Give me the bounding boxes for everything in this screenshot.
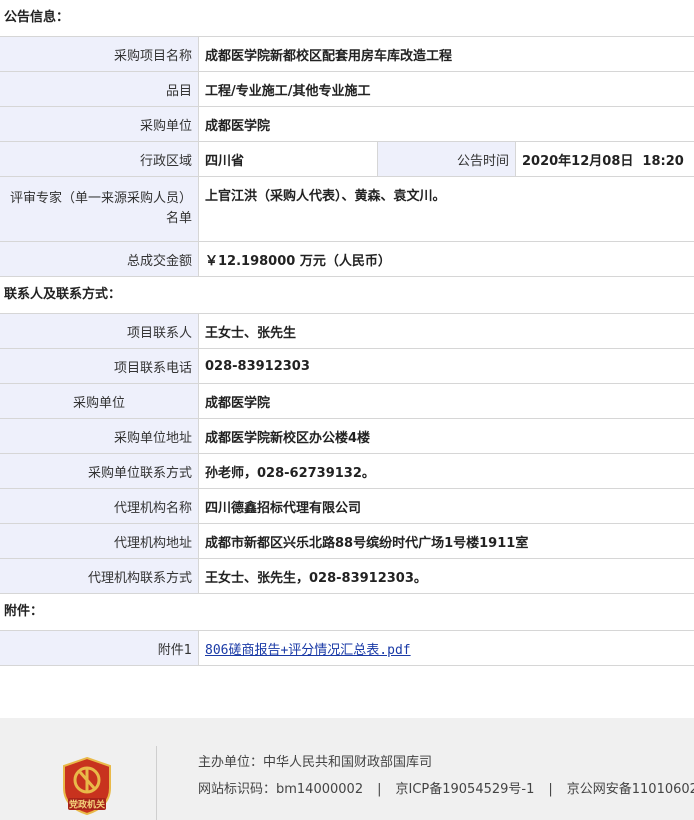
site-id-text: 网站标识码：bm14000002 bbox=[198, 782, 364, 797]
table-row: 项目联系电话 028-83912303 bbox=[0, 348, 694, 384]
table-row: 采购单位联系方式 孙老师，028-62739132。 bbox=[0, 453, 694, 489]
contact-purchaser-value: 成都医学院 bbox=[198, 383, 694, 419]
contact-purchaser-label: 采购单位 bbox=[0, 383, 199, 419]
project-name-value: 成都医学院新都校区配套用房车库改造工程 bbox=[198, 36, 694, 72]
emblem-text: 党政机关 bbox=[69, 799, 105, 811]
agency-name-label: 代理机构名称 bbox=[0, 488, 199, 524]
contacts-section-title: 联系人及联系方式： bbox=[4, 287, 122, 302]
publish-time-label: 公告时间 bbox=[377, 141, 516, 177]
table-row: 附件1 806磋商报告+评分情况汇总表.pdf bbox=[0, 630, 694, 666]
footer-separator: | bbox=[548, 782, 553, 797]
purchaser-value: 成都医学院 bbox=[198, 106, 694, 142]
experts-label: 评审专家（单一来源采购人员）名单 bbox=[0, 176, 199, 242]
table-row: 采购单位地址 成都医学院新校区办公楼4楼 bbox=[0, 418, 694, 454]
amount-label: 总成交金额 bbox=[0, 241, 199, 277]
agency-address-value: 成都市新都区兴乐北路88号缤纷时代广场1号楼1911室 bbox=[198, 523, 694, 559]
attachments-table: 附件1 806磋商报告+评分情况汇总表.pdf bbox=[0, 630, 694, 666]
agency-contact-value: 王女士、张先生，028-83912303。 bbox=[198, 558, 694, 594]
footer: 党政机关 主办单位：中华人民共和国财政部国库司 网站标识码：bm14000002… bbox=[0, 718, 694, 820]
region-value: 四川省 bbox=[198, 141, 378, 177]
purchaser-label: 采购单位 bbox=[0, 106, 199, 142]
table-row: 代理机构名称 四川德鑫招标代理有限公司 bbox=[0, 488, 694, 524]
table-row: 评审专家（单一来源采购人员）名单 上官江洪（采购人代表）、黄森、袁文川。 bbox=[0, 176, 694, 242]
table-row: 代理机构联系方式 王女士、张先生，028-83912303。 bbox=[0, 558, 694, 594]
table-row: 采购单位 成都医学院 bbox=[0, 383, 694, 419]
amount-value: ￥12.198000 万元（人民币） bbox=[198, 241, 694, 277]
region-label: 行政区域 bbox=[0, 141, 199, 177]
police-record-link[interactable]: 京公网安备11010602 bbox=[567, 782, 694, 797]
announcement-table: 采购项目名称 成都医学院新都校区配套用房车库改造工程 品目 工程/专业施工/其他… bbox=[0, 36, 694, 277]
attachment-cell: 806磋商报告+评分情况汇总表.pdf bbox=[198, 630, 694, 666]
agency-name-value: 四川德鑫招标代理有限公司 bbox=[198, 488, 694, 524]
table-row: 总成交金额 ￥12.198000 万元（人民币） bbox=[0, 241, 694, 277]
footer-divider bbox=[156, 746, 157, 820]
publish-time-value: 2020年12月08日 18:20 bbox=[515, 141, 694, 177]
attachments-section-title: 附件： bbox=[4, 604, 44, 619]
purchaser-address-value: 成都医学院新校区办公楼4楼 bbox=[198, 418, 694, 454]
agency-address-label: 代理机构地址 bbox=[0, 523, 199, 559]
purchaser-address-label: 采购单位地址 bbox=[0, 418, 199, 454]
emblem-icon[interactable]: 党政机关 bbox=[60, 756, 114, 816]
footer-separator: | bbox=[377, 782, 382, 797]
contacts-table: 项目联系人 王女士、张先生 项目联系电话 028-83912303 采购单位 成… bbox=[0, 313, 694, 594]
project-phone-label: 项目联系电话 bbox=[0, 348, 199, 384]
agency-contact-label: 代理机构联系方式 bbox=[0, 558, 199, 594]
table-row: 采购单位 成都医学院 bbox=[0, 106, 694, 142]
table-row: 行政区域 四川省 公告时间 2020年12月08日 18:20 bbox=[0, 141, 694, 177]
project-contact-label: 项目联系人 bbox=[0, 313, 199, 349]
project-phone-value: 028-83912303 bbox=[198, 348, 694, 384]
purchaser-contact-value: 孙老师，028-62739132。 bbox=[198, 453, 694, 489]
purchaser-contact-label: 采购单位联系方式 bbox=[0, 453, 199, 489]
footer-sponsor: 主办单位：中华人民共和国财政部国库司 bbox=[198, 755, 433, 770]
attachment-link[interactable]: 806磋商报告+评分情况汇总表.pdf bbox=[205, 643, 411, 658]
icp-link[interactable]: 京ICP备19054529号-1 bbox=[395, 782, 534, 797]
table-row: 品目 工程/专业施工/其他专业施工 bbox=[0, 71, 694, 107]
table-row: 采购项目名称 成都医学院新都校区配套用房车库改造工程 bbox=[0, 36, 694, 72]
table-row: 代理机构地址 成都市新都区兴乐北路88号缤纷时代广场1号楼1911室 bbox=[0, 523, 694, 559]
project-name-label: 采购项目名称 bbox=[0, 36, 199, 72]
table-row: 项目联系人 王女士、张先生 bbox=[0, 313, 694, 349]
footer-registration: 网站标识码：bm14000002 | 京ICP备19054529号-1 | 京公网安备1… bbox=[198, 778, 694, 797]
category-label: 品目 bbox=[0, 71, 199, 107]
category-value: 工程/专业施工/其他专业施工 bbox=[198, 71, 694, 107]
attachment-label: 附件1 bbox=[0, 630, 199, 666]
experts-value: 上官江洪（采购人代表）、黄森、袁文川。 bbox=[198, 176, 694, 242]
announcement-section-title: 公告信息： bbox=[4, 10, 70, 25]
project-contact-value: 王女士、张先生 bbox=[198, 313, 694, 349]
